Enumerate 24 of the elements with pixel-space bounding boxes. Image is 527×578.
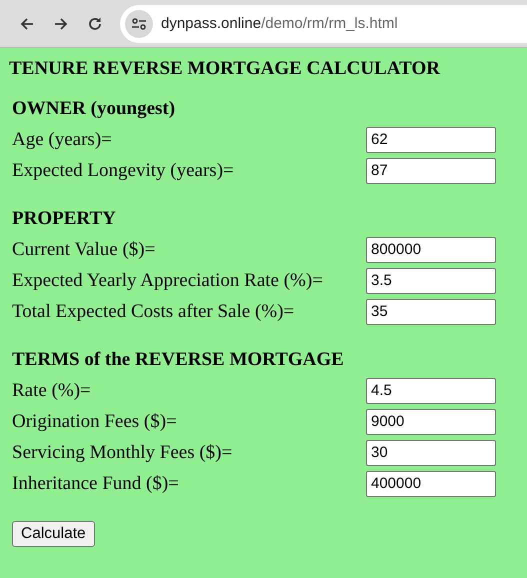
input-field[interactable]: 62 bbox=[366, 126, 496, 152]
input-field[interactable]: 9000 bbox=[366, 408, 496, 434]
input-field[interactable]: 800000 bbox=[366, 236, 496, 262]
field-label: Total Expected Costs after Sale (%)= bbox=[11, 300, 296, 322]
section-heading: TERMS of the REVERSE MORTGAGE bbox=[12, 349, 345, 371]
input-field[interactable]: 4.5 bbox=[366, 378, 496, 404]
field-label: Origination Fees ($)= bbox=[11, 410, 178, 432]
section-heading: OWNER (youngest) bbox=[12, 98, 176, 120]
input-field[interactable]: 30 bbox=[366, 440, 496, 466]
input-field[interactable]: 87 bbox=[366, 158, 496, 184]
field-label: Expected Yearly Appreciation Rate (%)= bbox=[11, 270, 324, 292]
field-label: Age (years)= bbox=[11, 128, 113, 150]
site-settings-icon[interactable] bbox=[125, 10, 153, 38]
input-field[interactable]: 400000 bbox=[366, 470, 496, 496]
input-field[interactable]: 35 bbox=[366, 298, 496, 324]
field-label: Rate (%)= bbox=[11, 380, 92, 402]
field-label: Inheritance Fund ($)= bbox=[11, 472, 180, 494]
calculate-button[interactable]: Calculate bbox=[12, 521, 95, 547]
section-heading: PROPERTY bbox=[12, 208, 117, 230]
field-label: Expected Longevity (years)= bbox=[11, 160, 235, 182]
page-title: TENURE REVERSE MORTGAGE CALCULATOR bbox=[9, 58, 442, 80]
input-field[interactable]: 3.5 bbox=[366, 268, 496, 294]
field-label: Servicing Monthly Fees ($)= bbox=[11, 442, 234, 464]
field-label: Current Value ($)= bbox=[11, 238, 156, 260]
